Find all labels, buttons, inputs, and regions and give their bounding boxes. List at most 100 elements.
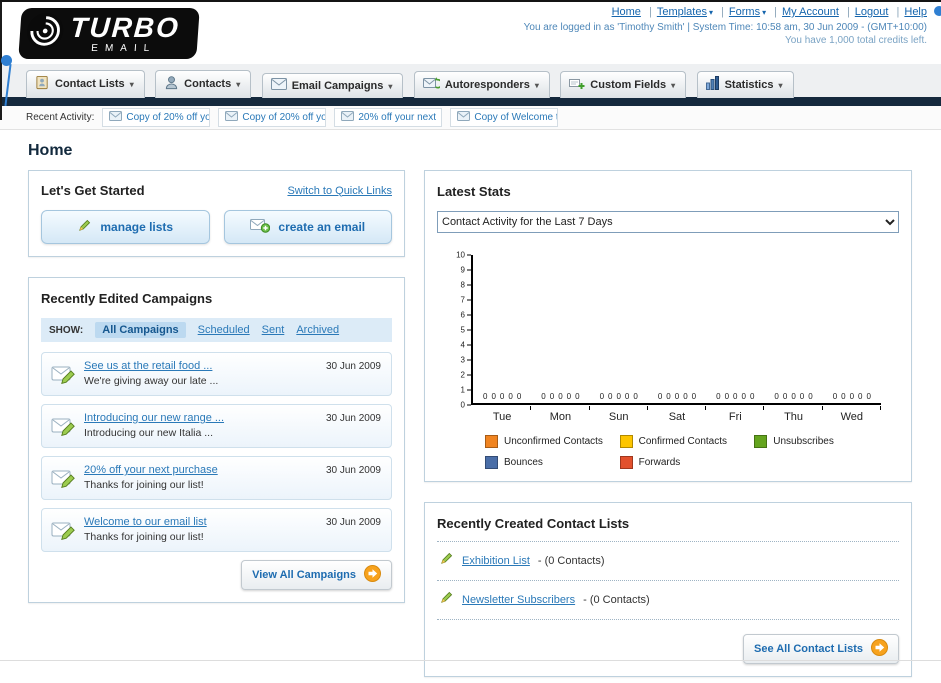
recent-activity-item[interactable]: Copy of Welcome to <box>450 108 559 127</box>
top-link-home[interactable]: Home <box>612 6 641 18</box>
chevron-down-icon <box>671 79 675 91</box>
tab-sent[interactable]: Sent <box>262 324 285 336</box>
chart-bar-group: 0 0 0 0 0 Fri <box>706 255 765 423</box>
nav-tab-contacts[interactable]: Contacts <box>155 70 252 98</box>
header: TURBO EMAIL Home Templates Forms My Acco… <box>0 2 941 64</box>
footer-divider <box>0 660 941 661</box>
nav-tab-custom-fields[interactable]: Custom Fields <box>560 71 687 98</box>
create-email-label: create an email <box>278 220 366 234</box>
top-link-my-account[interactable]: My Account <box>782 6 839 18</box>
campaign-list-item[interactable]: See us at the retail food ... We're givi… <box>41 352 392 396</box>
tab-scheduled[interactable]: Scheduled <box>198 324 250 336</box>
chevron-down-icon <box>388 80 392 92</box>
see-all-contact-lists-label: See All Contact Lists <box>753 643 863 655</box>
right-column: Latest Stats Contact Activity for the La… <box>424 170 912 683</box>
campaign-title-link[interactable]: 20% off your next purchase <box>84 464 311 476</box>
nav-tab-label: Statistics <box>724 78 774 91</box>
campaign-list-item[interactable]: 20% off your next purchase Thanks for jo… <box>41 456 392 500</box>
stats-period-select[interactable]: Contact Activity for the Last 7 Days <box>437 211 899 233</box>
contact-list-detail: - (0 Contacts) <box>537 555 605 567</box>
recent-activity-item[interactable]: 20% off your next <box>334 108 443 127</box>
campaign-title-link[interactable]: Welcome to our email list <box>84 516 311 528</box>
logo-text-primary: TURBO <box>69 11 182 43</box>
nav-tab-contact-lists[interactable]: Contact Lists <box>26 70 145 98</box>
campaign-list-item[interactable]: Introducing our new range ... Introducin… <box>41 404 392 448</box>
envelope-pencil-icon <box>51 466 77 493</box>
pencil-icon <box>439 551 454 571</box>
top-link-templates[interactable]: Templates <box>657 6 707 18</box>
contact-list-name-link[interactable]: Newsletter Subscribers <box>462 594 575 606</box>
campaign-date: 30 Jun 2009 <box>325 465 381 476</box>
nav-tab-autoresponders[interactable]: Autoresponders <box>413 71 550 98</box>
chart-bar-group: 0 0 0 0 0 Wed <box>823 255 882 423</box>
envelope-icon <box>341 111 355 124</box>
chart-bar-group: 0 0 0 0 0 Sat <box>648 255 707 423</box>
chart-groups: 0 0 0 0 0 Tue 0 0 0 0 0 Mon 0 0 0 0 0 Sun 0 0 0 0 0 Sat 0 0 0 0 0 Fri… <box>473 255 882 423</box>
top-link-help[interactable]: Help <box>904 6 927 18</box>
legend-item: Unsubscribes <box>754 435 889 448</box>
contact-list-item[interactable]: Exhibition List - (0 Contacts) <box>437 542 899 581</box>
contact-lists-icon <box>35 75 50 93</box>
chevron-down-icon <box>130 78 134 90</box>
legend-swatch <box>619 456 633 469</box>
contact-list-name-link[interactable]: Exhibition List <box>462 555 530 567</box>
arrow-circle-icon <box>871 639 888 659</box>
nav-tab-statistics[interactable]: Statistics <box>696 71 794 98</box>
campaigns-filter-bar: SHOW: All Campaigns Scheduled Sent Archi… <box>41 318 392 342</box>
envelope-pencil-icon <box>51 518 77 545</box>
legend-swatch <box>754 435 768 448</box>
envelope-icon <box>225 111 239 124</box>
left-column: Let's Get Started Switch to Quick Links … <box>28 170 405 623</box>
manage-lists-button[interactable]: manage lists <box>41 210 210 244</box>
show-label: SHOW: <box>49 324 84 336</box>
contact-list-item[interactable]: Newsletter Subscribers - (0 Contacts) <box>437 581 899 620</box>
recent-activity-text: Copy of 20% off yo <box>242 112 327 123</box>
logo-swirl-icon <box>24 12 65 55</box>
login-status: You are logged in as 'Timothy Smith' | S… <box>523 22 927 33</box>
campaign-list: See us at the retail food ... We're givi… <box>41 352 392 552</box>
recent-campaigns-panel: Recently Edited Campaigns SHOW: All Camp… <box>28 277 405 603</box>
recent-activity-bar: Recent Activity: Copy of 20% off yo Copy… <box>0 106 941 130</box>
main-nav: Contact Lists Contacts Email Campaigns A… <box>0 64 941 98</box>
chevron-down-icon <box>535 79 539 91</box>
top-nav: Home Templates Forms My Account Logout H… <box>524 6 927 18</box>
app-window: TURBO EMAIL Home Templates Forms My Acco… <box>0 0 941 683</box>
chart-bar-group: 0 0 0 0 0 Thu <box>764 255 823 423</box>
autoresponders-icon <box>422 76 443 93</box>
nav-tab-label: Custom Fields <box>590 78 667 91</box>
campaign-list-item[interactable]: Welcome to our email list Thanks for joi… <box>41 508 392 552</box>
header-right: Home Templates Forms My Account Logout H… <box>524 6 927 46</box>
app-logo: TURBO EMAIL <box>18 8 200 59</box>
recent-activity-text: 20% off your next <box>358 112 437 123</box>
statistics-icon <box>705 76 720 93</box>
view-all-campaigns-button[interactable]: View All Campaigns <box>241 560 392 590</box>
get-started-panel: Let's Get Started Switch to Quick Links … <box>28 170 405 257</box>
recent-contact-lists-panel: Recently Created Contact Lists Exhibitio… <box>424 502 912 677</box>
top-link-forms[interactable]: Forms <box>729 6 760 18</box>
tab-all-campaigns[interactable]: All Campaigns <box>95 322 186 338</box>
campaign-title-link[interactable]: Introducing our new range ... <box>84 412 311 424</box>
envelope-icon <box>109 111 123 124</box>
chart-bar-group: 0 0 0 0 0 Sun <box>590 255 649 423</box>
campaign-subtitle: Introducing our new Italia ... <box>84 427 213 439</box>
chart-y-axis: 10 9 8 7 6 5 4 3 2 1 0 <box>443 251 471 410</box>
recent-activity-item[interactable]: Copy of 20% off yo <box>218 108 327 127</box>
recent-activity-item[interactable]: Copy of 20% off yo <box>102 108 211 127</box>
chart-bar-group: 0 0 0 0 0 Mon <box>531 255 590 423</box>
credits-status: You have 1,000 total credits left. <box>785 35 927 46</box>
contacts-icon <box>164 75 179 93</box>
legend-swatch <box>619 435 633 448</box>
create-email-button[interactable]: create an email <box>223 210 392 244</box>
top-link-logout[interactable]: Logout <box>855 6 889 18</box>
tab-archived[interactable]: Archived <box>296 324 339 336</box>
nav-tab-email-campaigns[interactable]: Email Campaigns <box>261 73 404 98</box>
contact-list-detail: - (0 Contacts) <box>583 594 650 606</box>
switch-quick-links-link[interactable]: Switch to Quick Links <box>287 185 392 197</box>
recent-activity-text: Copy of 20% off yo <box>126 112 211 123</box>
manage-lists-label: manage lists <box>100 220 174 234</box>
pencil-icon <box>77 218 92 236</box>
campaign-title-link[interactable]: See us at the retail food ... <box>84 360 311 372</box>
campaign-date: 30 Jun 2009 <box>325 361 381 372</box>
chart-bar-group: 0 0 0 0 0 Tue <box>473 255 532 423</box>
main-content: Let's Get Started Switch to Quick Links … <box>0 170 941 683</box>
